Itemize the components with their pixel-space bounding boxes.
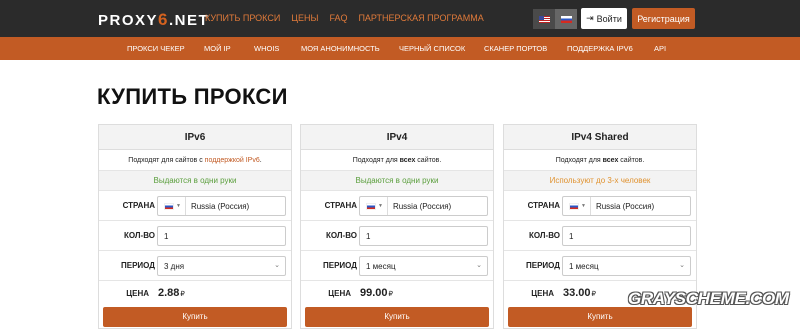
site-logo[interactable]: PROXY6.NET: [98, 10, 209, 30]
price-row: ЦЕНА 2.88₽: [99, 281, 291, 306]
ru-flag-icon: [164, 202, 174, 210]
price-value: 99.00₽: [360, 287, 393, 299]
quantity-input[interactable]: 1: [562, 226, 691, 246]
buy-button[interactable]: Купить: [103, 307, 287, 327]
period-label: ПЕРИОД: [323, 261, 357, 270]
price-value: 2.88₽: [158, 287, 185, 299]
chevron-down-icon: ⌄: [274, 262, 280, 269]
quantity-row: КОЛ-ВО 1: [99, 221, 291, 251]
quantity-row: КОЛ-ВО 1: [504, 221, 696, 251]
card-title: IPv6: [99, 125, 291, 150]
period-select[interactable]: 1 месяц ⌄: [562, 256, 691, 276]
us-flag-icon: [538, 15, 550, 23]
buy-button[interactable]: Купить: [305, 307, 489, 327]
card-status: Используют до 3-х человек: [504, 171, 696, 191]
subnav-api[interactable]: API: [654, 44, 666, 53]
login-icon: ⇥: [586, 13, 594, 23]
watermark: GRAYSCHEME.COM: [628, 289, 789, 308]
ru-flag-icon: [560, 15, 572, 23]
caret-down-icon: ▼: [378, 203, 383, 209]
period-select[interactable]: 3 дня ⌄: [157, 256, 286, 276]
nav-buy-proxy[interactable]: КУПИТЬ ПРОКСИ: [205, 13, 280, 23]
caret-down-icon: ▼: [176, 203, 181, 209]
card-title: IPv4: [301, 125, 493, 150]
period-row: ПЕРИОД 1 месяц ⌄: [301, 251, 493, 281]
top-bar: PROXY6.NET КУПИТЬ ПРОКСИ ЦЕНЫ FAQ ПАРТНЕ…: [0, 0, 800, 37]
chevron-down-icon: ⌄: [679, 262, 685, 269]
buy-button[interactable]: Купить: [508, 307, 692, 327]
subnav-my-ip[interactable]: МОЙ IP: [204, 44, 231, 53]
nav-partner-program[interactable]: ПАРТНЕРСКАЯ ПРОГРАММА: [358, 13, 483, 23]
country-flag-dropdown[interactable]: ▼: [569, 197, 591, 215]
card-description: Подходят для сайтов с поддержкой IPv6.: [99, 150, 291, 171]
ru-flag-icon: [366, 202, 376, 210]
ru-flag-icon: [569, 202, 579, 210]
subnav-my-anonymity[interactable]: МОЯ АНОНИМНОСТЬ: [301, 44, 380, 53]
card-status: Выдаются в одни руки: [301, 171, 493, 191]
country-label: СТРАНА: [122, 201, 155, 210]
quantity-label: КОЛ-ВО: [124, 231, 155, 240]
country-label: СТРАНА: [527, 201, 560, 210]
chevron-down-icon: ⌄: [476, 262, 482, 269]
subnav-proxy-checker[interactable]: ПРОКСИ ЧЕКЕР: [127, 44, 185, 53]
login-button[interactable]: ⇥ Войти: [581, 8, 627, 29]
quantity-input[interactable]: 1: [157, 226, 286, 246]
country-input[interactable]: ▼ Russia (Россия): [359, 196, 488, 216]
language-switcher: [533, 9, 577, 29]
card-description: Подходят для всех сайтов.: [504, 150, 696, 171]
period-label: ПЕРИОД: [526, 261, 560, 270]
country-input[interactable]: ▼ Russia (Россия): [562, 196, 691, 216]
card-description: Подходят для всех сайтов.: [301, 150, 493, 171]
period-select[interactable]: 1 месяц ⌄: [359, 256, 488, 276]
quantity-label: КОЛ-ВО: [529, 231, 560, 240]
period-row: ПЕРИОД 3 дня ⌄: [99, 251, 291, 281]
proxy-card: IPv4 Подходят для всех сайтов. Выдаются …: [300, 124, 494, 329]
lang-en-button[interactable]: [533, 9, 555, 29]
page-title: КУПИТЬ ПРОКСИ: [97, 84, 288, 109]
price-label: ЦЕНА: [328, 289, 351, 298]
card-status: Выдаются в одни руки: [99, 171, 291, 191]
quantity-row: КОЛ-ВО 1: [301, 221, 493, 251]
country-flag-dropdown[interactable]: ▼: [164, 197, 186, 215]
subnav-ipv6-support[interactable]: ПОДДЕРЖКА IPV6: [567, 44, 633, 53]
caret-down-icon: ▼: [581, 203, 586, 209]
tools-nav: ПРОКСИ ЧЕКЕР МОЙ IP WHOIS МОЯ АНОНИМНОСТ…: [0, 37, 800, 60]
period-row: ПЕРИОД 1 месяц ⌄: [504, 251, 696, 281]
country-input[interactable]: ▼ Russia (Россия): [157, 196, 286, 216]
country-row: СТРАНА ▼ Russia (Россия): [504, 191, 696, 221]
nav-faq[interactable]: FAQ: [329, 13, 347, 23]
price-label: ЦЕНА: [126, 289, 149, 298]
period-label: ПЕРИОД: [121, 261, 155, 270]
country-label: СТРАНА: [324, 201, 357, 210]
price-value: 33.00₽: [563, 287, 596, 299]
subnav-port-scanner[interactable]: СКАНЕР ПОРТОВ: [484, 44, 547, 53]
subnav-blacklist[interactable]: ЧЕРНЫЙ СПИСОК: [399, 44, 465, 53]
nav-prices[interactable]: ЦЕНЫ: [291, 13, 318, 23]
subnav-whois[interactable]: WHOIS: [254, 44, 279, 53]
price-label: ЦЕНА: [531, 289, 554, 298]
quantity-input[interactable]: 1: [359, 226, 488, 246]
register-button[interactable]: Регистрация: [632, 8, 695, 29]
country-row: СТРАНА ▼ Russia (Россия): [301, 191, 493, 221]
quantity-label: КОЛ-ВО: [326, 231, 357, 240]
lang-ru-button[interactable]: [555, 9, 577, 29]
card-title: IPv4 Shared: [504, 125, 696, 150]
proxy-card: IPv6 Подходят для сайтов с поддержкой IP…: [98, 124, 292, 329]
price-row: ЦЕНА 99.00₽: [301, 281, 493, 306]
country-row: СТРАНА ▼ Russia (Россия): [99, 191, 291, 221]
top-nav: КУПИТЬ ПРОКСИ ЦЕНЫ FAQ ПАРТНЕРСКАЯ ПРОГР…: [205, 13, 484, 23]
country-flag-dropdown[interactable]: ▼: [366, 197, 388, 215]
